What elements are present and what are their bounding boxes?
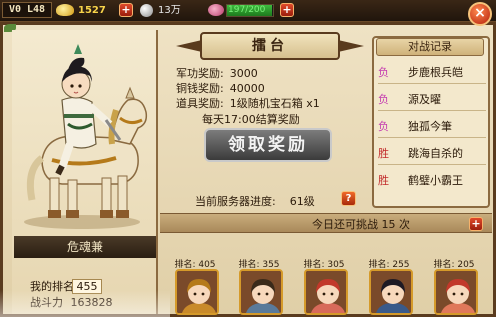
my-rank-value: 455 [72, 279, 102, 294]
battle-power: 战斗力 163828 [30, 295, 113, 311]
opponent-card[interactable]: 排名: 355 [235, 257, 283, 315]
add-challenges-button[interactable]: + [469, 217, 483, 231]
page-title: 擂台 [200, 32, 340, 60]
record-entry[interactable]: 负 步鹿根兵皑 [378, 62, 486, 84]
opponent-avatar[interactable] [304, 269, 348, 315]
reward-merit: 军功奖励: 3000 [176, 67, 258, 81]
silver-coin-icon [140, 4, 153, 17]
battle-power-value: 163828 [70, 296, 113, 309]
opponent-card[interactable]: 排名: 405 [171, 257, 219, 315]
reward-label: 军功奖励: [176, 67, 224, 80]
gold-amount: 1527 [78, 5, 106, 16]
divider [378, 110, 486, 111]
opponent-card[interactable]: 排名: 205 [430, 257, 478, 315]
hero-on-horse-portrait [24, 44, 148, 229]
opponent-avatar[interactable] [175, 269, 219, 315]
opponent-avatar[interactable] [369, 269, 413, 315]
claim-reward-button[interactable]: 领取奖励 [204, 128, 332, 162]
settlement-note: 每天17:00结算奖励 [202, 113, 300, 126]
opponent-name: 独孤今筆 [408, 120, 452, 133]
hero-name-bar: 危魂兼 [14, 236, 156, 258]
opponent-name: 源及曜 [408, 93, 441, 106]
status-bar: V0 L48 1527 + 13万 197/200 + [0, 0, 496, 22]
record-entry[interactable]: 负 源及曜 [378, 89, 486, 111]
reward-label: 铜钱奖励: [176, 82, 224, 95]
record-entry[interactable]: 胜 跳海自杀的 [378, 143, 486, 165]
stamina-meat-icon [208, 4, 224, 16]
record-entry[interactable]: 负 独孤今筆 [378, 116, 486, 138]
opponent-name: 步鹿根兵皑 [408, 66, 463, 79]
divider [378, 83, 486, 84]
opponent-name: 鹤璧小霸王 [408, 174, 463, 187]
close-button[interactable]: × [468, 2, 492, 26]
opponent-avatar[interactable] [434, 269, 478, 315]
reward-label: 道具奖励: [176, 97, 224, 110]
loss-badge: 负 [378, 120, 389, 133]
battle-power-label: 战斗力 [30, 296, 63, 309]
server-progress: 当前服务器进度: 61级 [195, 193, 315, 209]
loss-badge: 负 [378, 93, 389, 106]
reward-value: 1级随机宝石箱 x1 [229, 97, 320, 110]
loss-badge: 负 [378, 66, 389, 79]
win-badge: 胜 [378, 147, 389, 160]
divider [378, 164, 486, 165]
help-button[interactable]: ? [341, 191, 356, 206]
add-stamina-button[interactable]: + [280, 3, 294, 17]
reward-item: 道具奖励: 1级随机宝石箱 x1 [176, 97, 320, 111]
stamina-amount: 197/200 [228, 5, 266, 15]
reward-value: 40000 [229, 82, 265, 95]
opponent-avatar[interactable] [239, 269, 283, 315]
vip-level-badge: V0 L48 [2, 2, 52, 18]
server-progress-label: 当前服务器进度: [195, 195, 276, 208]
silver-amount: 13万 [158, 5, 181, 16]
opponent-card[interactable]: 排名: 255 [365, 257, 413, 315]
divider [378, 137, 486, 138]
add-gold-button[interactable]: + [119, 3, 133, 17]
server-progress-value: 61级 [289, 195, 315, 208]
gold-ingot-icon [56, 4, 74, 16]
reward-value: 3000 [229, 67, 258, 80]
reward-copper: 铜钱奖励: 40000 [176, 82, 265, 96]
opponent-card[interactable]: 排名: 305 [300, 257, 348, 315]
opponent-name: 跳海自杀的 [408, 147, 463, 160]
win-badge: 胜 [378, 174, 389, 187]
record-entry[interactable]: 胜 鹤璧小霸王 [378, 170, 486, 192]
remaining-challenges: 今日还可挑战 15 次 [312, 218, 410, 231]
battle-record-title: 对战记录 [376, 38, 484, 56]
